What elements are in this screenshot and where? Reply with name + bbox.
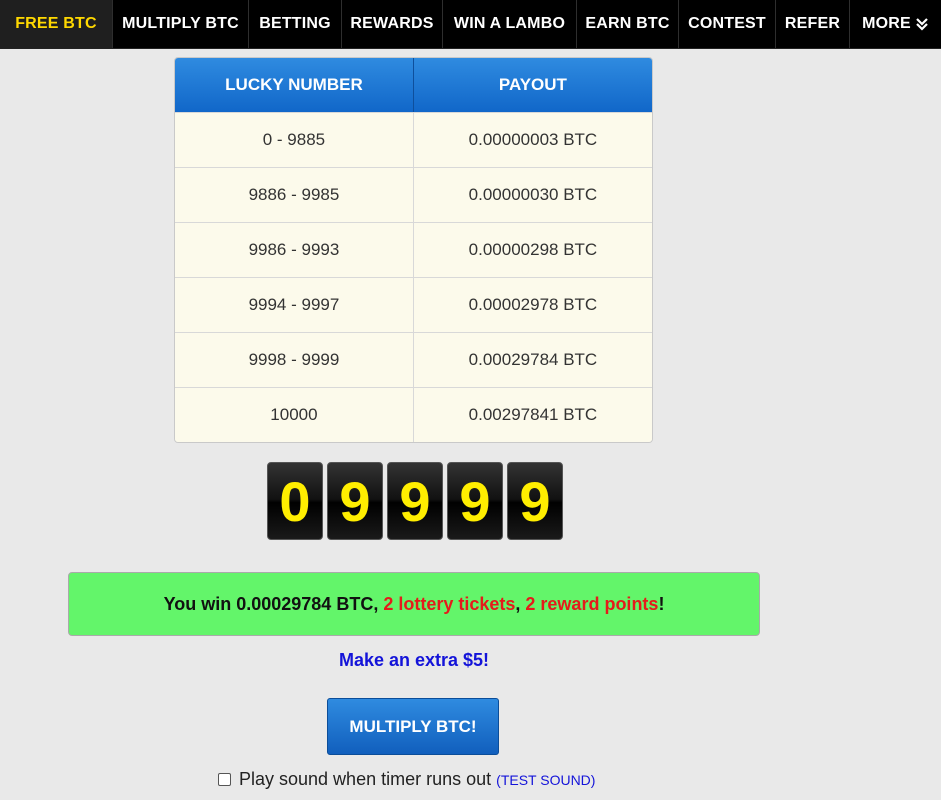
make-extra-link[interactable]: Make an extra $5!: [0, 650, 828, 671]
top-nav: FREE BTC MULTIPLY BTC BETTING REWARDS WI…: [0, 0, 941, 49]
reward-points-text: 2 reward points: [525, 593, 659, 614]
double-chevron-down-icon: [915, 17, 929, 31]
nav-contest[interactable]: CONTEST: [679, 0, 776, 48]
lucky-number-display: 0 9 9 9 9: [267, 462, 563, 540]
lucky-range-cell: 9986 - 9993: [175, 222, 414, 277]
table-row: 0 - 9885 0.00000003 BTC: [175, 112, 652, 167]
table-row: 9986 - 9993 0.00000298 BTC: [175, 222, 652, 277]
lucky-digit: 0: [267, 462, 323, 540]
nav-win-a-lambo[interactable]: WIN A LAMBO: [443, 0, 577, 48]
payout-cell: 0.00000298 BTC: [413, 222, 652, 277]
lucky-range-cell: 9998 - 9999: [175, 332, 414, 387]
test-sound-paren-close: ): [590, 771, 596, 788]
payout-cell: 0.00297841 BTC: [413, 387, 652, 442]
payout-cell: 0.00000003 BTC: [413, 112, 652, 167]
nav-betting[interactable]: BETTING: [249, 0, 342, 48]
payout-cell: 0.00000030 BTC: [413, 167, 652, 222]
win-separator: ,: [515, 593, 526, 614]
lucky-digit: 9: [447, 462, 503, 540]
nav-refer[interactable]: REFER: [776, 0, 850, 48]
lucky-range-cell: 9994 - 9997: [175, 277, 414, 332]
nav-rewards[interactable]: REWARDS: [342, 0, 443, 48]
nav-earn-btc[interactable]: EARN BTC: [577, 0, 679, 48]
lucky-range-cell: 9886 - 9985: [175, 167, 414, 222]
lucky-digit: 9: [327, 462, 383, 540]
play-sound-checkbox[interactable]: [218, 773, 231, 786]
lottery-tickets-text: 2 lottery tickets: [383, 593, 516, 614]
test-sound-link[interactable]: TEST SOUND: [501, 772, 591, 788]
win-amount-text: You win 0.00029784 BTC,: [163, 593, 384, 614]
nav-multiply-btc[interactable]: MULTIPLY BTC: [113, 0, 249, 48]
nav-more[interactable]: MORE: [850, 0, 941, 48]
play-sound-label: Play sound when timer runs out: [239, 769, 492, 789]
lucky-range-cell: 0 - 9885: [175, 112, 414, 167]
lucky-digit: 9: [387, 462, 443, 540]
table-row: 9994 - 9997 0.00002978 BTC: [175, 277, 652, 332]
nav-free-btc[interactable]: FREE BTC: [0, 0, 113, 48]
lucky-digit: 9: [507, 462, 563, 540]
table-header-payout: PAYOUT: [413, 58, 652, 112]
table-row: 9998 - 9999 0.00029784 BTC: [175, 332, 652, 387]
payout-cell: 0.00002978 BTC: [413, 277, 652, 332]
win-suffix: !: [658, 593, 665, 614]
multiply-btc-button[interactable]: MULTIPLY BTC!: [327, 698, 499, 755]
table-row: 9886 - 9985 0.00000030 BTC: [175, 167, 652, 222]
table-row: 10000 0.00297841 BTC: [175, 387, 652, 442]
win-message-box: You win 0.00029784 BTC, 2 lottery ticket…: [68, 572, 760, 636]
nav-more-label: MORE: [862, 15, 911, 32]
payout-cell: 0.00029784 BTC: [413, 332, 652, 387]
payout-table: LUCKY NUMBER PAYOUT 0 - 9885 0.00000003 …: [174, 57, 653, 443]
table-header-lucky-number: LUCKY NUMBER: [175, 58, 414, 112]
sound-option-row: Play sound when timer runs out ( TEST SO…: [218, 769, 595, 790]
lucky-range-cell: 10000: [175, 387, 414, 442]
